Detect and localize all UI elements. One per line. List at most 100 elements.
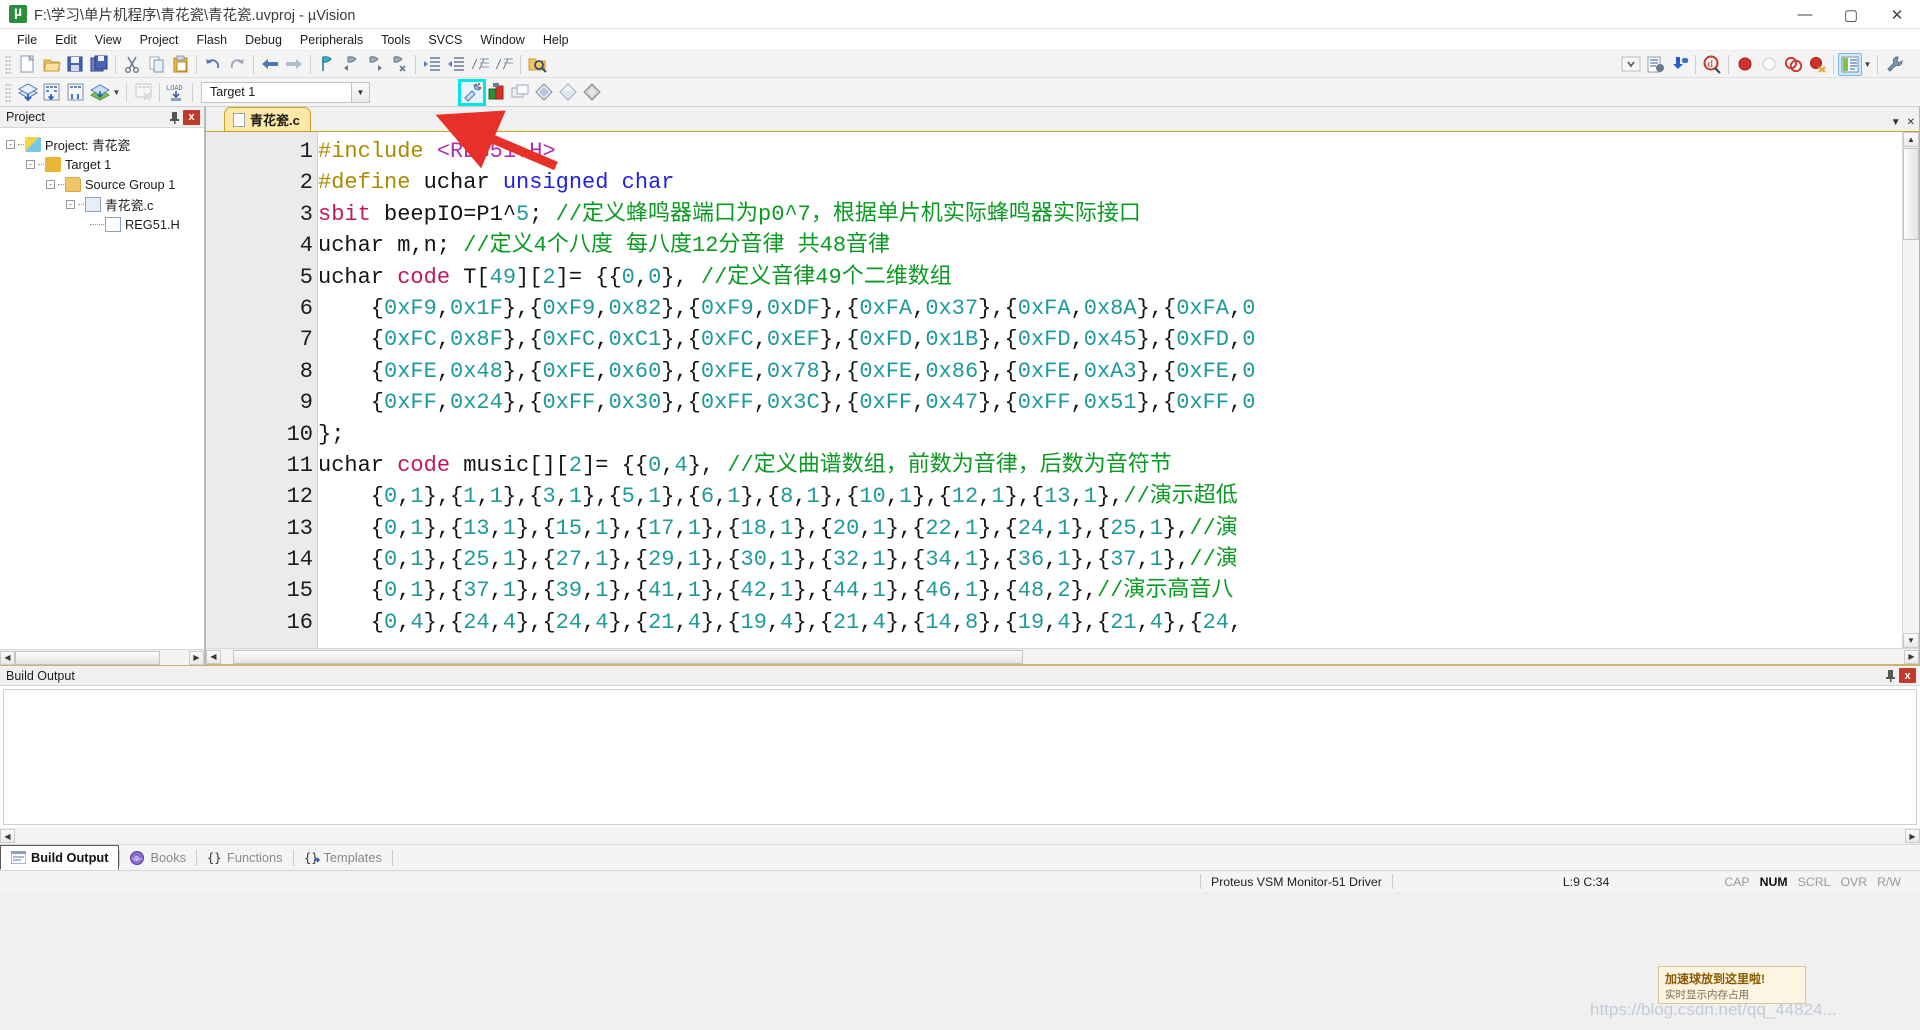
kill-all-breakpoints-icon[interactable] xyxy=(1757,53,1781,76)
toolbar-overflow-dropdown-icon[interactable] xyxy=(1619,53,1643,76)
manage-project-items-icon[interactable] xyxy=(484,81,508,104)
tree-item-c-file[interactable]: - 青花瓷.c xyxy=(4,194,204,214)
tree-item-source-group[interactable]: - Source Group 1 xyxy=(4,174,204,194)
editor-horizontal-scrollbar[interactable]: ◀ ▶ xyxy=(206,648,1919,664)
menu-debug[interactable]: Debug xyxy=(236,31,291,49)
close-button[interactable]: ✕ xyxy=(1874,0,1920,29)
paste-icon[interactable] xyxy=(168,53,192,76)
toolbar-grip[interactable] xyxy=(5,82,12,102)
scroll-left-icon[interactable]: ◀ xyxy=(0,829,15,843)
build-output-text[interactable] xyxy=(3,689,1917,825)
new-file-icon[interactable] xyxy=(15,53,39,76)
project-tree[interactable]: - Project: 青花瓷 - Target 1 - Source Group… xyxy=(0,128,204,649)
find-in-files-icon[interactable] xyxy=(525,53,549,76)
batch-build-dropdown-icon[interactable]: ▼ xyxy=(111,81,122,104)
target-dropdown-arrow-icon[interactable]: ▼ xyxy=(351,81,370,103)
save-icon[interactable] xyxy=(63,53,87,76)
project-horizontal-scrollbar[interactable]: ◀ ▶ xyxy=(0,649,204,665)
tab-build-output[interactable]: Build Output xyxy=(0,845,120,870)
tree-expander[interactable]: - xyxy=(66,199,75,209)
tree-item-target[interactable]: - Target 1 xyxy=(4,154,204,174)
bookmark-clear-icon[interactable] xyxy=(387,53,411,76)
tab-functions[interactable]: {} Functions xyxy=(197,845,292,870)
editor-vertical-scrollbar[interactable]: ▲ ▼ xyxy=(1902,132,1919,648)
menu-svcs[interactable]: SVCS xyxy=(419,31,471,49)
build-icon[interactable] xyxy=(39,81,63,104)
menu-project[interactable]: Project xyxy=(131,31,188,49)
cut-icon[interactable] xyxy=(120,53,144,76)
layout-dropdown-icon[interactable]: ▼ xyxy=(1862,53,1873,76)
tree-expander[interactable]: - xyxy=(6,139,15,149)
menu-view[interactable]: View xyxy=(86,31,131,49)
close-tab-icon[interactable]: ✕ xyxy=(1907,117,1915,128)
open-file-icon[interactable] xyxy=(39,53,63,76)
redo-icon[interactable] xyxy=(225,53,249,76)
tree-item-project[interactable]: - Project: 青花瓷 xyxy=(4,134,204,154)
build-output-close-icon[interactable]: x xyxy=(1899,668,1916,683)
project-panel-close-icon[interactable]: x xyxy=(183,109,200,125)
scroll-up-icon[interactable]: ▲ xyxy=(1903,132,1919,147)
scroll-track[interactable] xyxy=(221,649,1904,664)
code-text[interactable]: #include <REG51.H> #define uchar unsigned… xyxy=(318,132,1919,648)
configure-icon[interactable] xyxy=(1882,53,1906,76)
manage-multi-project-icon[interactable] xyxy=(508,81,532,104)
target-select-value[interactable]: Target 1 xyxy=(201,81,351,103)
disable-all-breakpoints-icon[interactable] xyxy=(1805,53,1829,76)
scroll-down-icon[interactable]: ▼ xyxy=(1903,633,1919,648)
scroll-track[interactable] xyxy=(15,650,189,665)
bookmark-prev-icon[interactable] xyxy=(339,53,363,76)
rebuild-icon[interactable] xyxy=(63,81,87,104)
menu-file[interactable]: File xyxy=(8,31,46,49)
scroll-right-icon[interactable]: ▶ xyxy=(1905,829,1920,843)
save-all-icon[interactable] xyxy=(87,53,111,76)
load-icon[interactable]: LOAD xyxy=(164,81,188,104)
debug-download-icon[interactable] xyxy=(1667,53,1691,76)
scroll-thumb[interactable] xyxy=(233,649,1023,664)
window-layout-icon[interactable] xyxy=(1838,52,1862,76)
navigate-back-icon[interactable] xyxy=(258,53,282,76)
package-installer-icon[interactable] xyxy=(580,81,604,104)
components-env-books-icon[interactable] xyxy=(532,81,556,104)
minimize-button[interactable]: — xyxy=(1782,0,1828,29)
uncomment-icon[interactable]: // xyxy=(492,53,516,76)
disable-breakpoint-icon[interactable] xyxy=(1781,53,1805,76)
scroll-thumb[interactable] xyxy=(1903,148,1919,240)
options-for-target-icon[interactable] xyxy=(458,78,486,106)
scroll-thumb[interactable] xyxy=(15,650,160,665)
build-output-horizontal-scrollbar[interactable]: ◀ ▶ xyxy=(0,828,1920,844)
scroll-left-icon[interactable]: ◀ xyxy=(0,650,15,665)
navigate-forward-icon[interactable] xyxy=(282,53,306,76)
insert-file-icon[interactable] xyxy=(1643,53,1667,76)
pin-icon[interactable] xyxy=(165,108,183,126)
tab-books[interactable]: ? Books xyxy=(120,845,196,870)
tab-templates[interactable]: {} Templates xyxy=(294,845,392,870)
insert-breakpoint-icon[interactable] xyxy=(1733,53,1757,76)
menu-window[interactable]: Window xyxy=(471,31,533,49)
scroll-track[interactable] xyxy=(15,829,1905,843)
tree-item-header-file[interactable]: REG51.H xyxy=(4,214,204,234)
menu-edit[interactable]: Edit xyxy=(46,31,86,49)
menu-help[interactable]: Help xyxy=(534,31,578,49)
outdent-icon[interactable] xyxy=(444,53,468,76)
menu-flash[interactable]: Flash xyxy=(187,31,236,49)
svcs-icon[interactable] xyxy=(556,81,580,104)
target-selector[interactable]: Target 1 ▼ xyxy=(201,81,370,103)
copy-icon[interactable] xyxy=(144,53,168,76)
maximize-button[interactable]: ▢ xyxy=(1828,0,1874,29)
comment-icon[interactable]: // xyxy=(468,53,492,76)
code-editor[interactable]: 1 2 3 4 5 6 7 8 9 10 11 12 13 14 15 16 #… xyxy=(206,132,1919,648)
undo-icon[interactable] xyxy=(201,53,225,76)
scroll-right-icon[interactable]: ▶ xyxy=(1904,649,1919,664)
tab-list-icon[interactable]: ▼ xyxy=(1891,117,1901,128)
scroll-left-icon[interactable]: ◀ xyxy=(206,649,221,664)
translate-icon[interactable] xyxy=(15,81,39,104)
bookmark-toggle-icon[interactable] xyxy=(315,53,339,76)
find-icon[interactable]: d xyxy=(1700,53,1724,76)
indent-icon[interactable] xyxy=(420,53,444,76)
menu-peripherals[interactable]: Peripherals xyxy=(291,31,372,49)
toolbar-grip[interactable] xyxy=(5,54,12,74)
batch-build-icon[interactable] xyxy=(87,81,111,104)
menu-tools[interactable]: Tools xyxy=(372,31,419,49)
pin-icon[interactable] xyxy=(1881,667,1899,685)
tab-qinghuaci-c[interactable]: 青花瓷.c xyxy=(224,107,311,131)
